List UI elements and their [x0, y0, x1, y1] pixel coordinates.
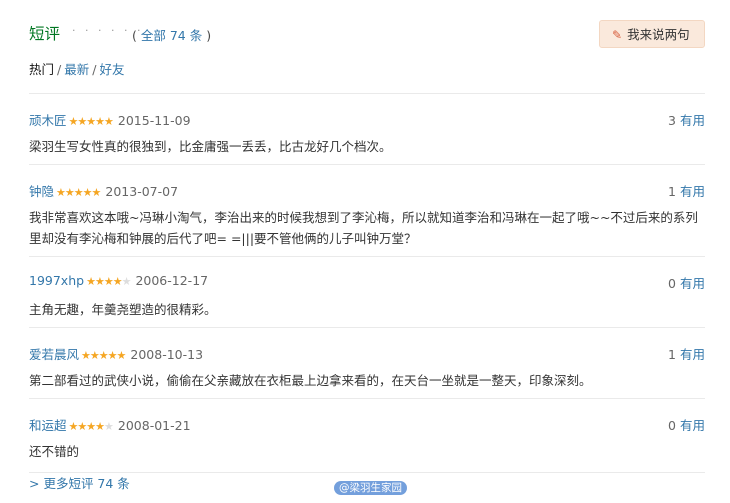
star-icon: ★	[81, 349, 91, 362]
comment-meta: 1997xhp ★★★★★ 2006-12-17 0 有用	[29, 273, 705, 293]
tab-separator: /	[57, 62, 62, 77]
comment-date: 2015-11-09	[117, 113, 191, 128]
total-paren-close: )	[202, 28, 212, 43]
write-review-button[interactable]: ✎ 我来说两句	[599, 20, 705, 48]
star-icon: ★	[104, 420, 114, 433]
star-icon: ★	[91, 186, 102, 199]
tab-separator: /	[92, 62, 97, 77]
tab-hot[interactable]: 热门	[29, 62, 54, 77]
star-icon: ★	[56, 186, 66, 199]
comment-author[interactable]: 钟隐	[29, 184, 54, 199]
vote-count: 1	[668, 347, 676, 362]
comment-list: 顽木匠 ★★★★★ 2015-11-09 3 有用 梁羽生写女性真的很独到，比金庸强一丢丢…	[29, 93, 705, 473]
comment-text: 主角无趣，年羹尧塑造的很精彩。	[29, 302, 217, 317]
useful-votes: 0 有用	[668, 415, 705, 434]
rating-stars: ★★★★★	[81, 349, 127, 362]
rating-stars: ★★★★★	[69, 420, 114, 433]
star-icon: ★	[86, 275, 96, 288]
comment-text: 我非常喜欢这本哦~冯琳小淘气，李治出来的时候我想到了李沁梅，所以就知道李治和冯琳…	[29, 210, 698, 246]
comment-meta: 顽木匠 ★★★★★ 2015-11-09 3 有用	[29, 110, 705, 130]
star-icon: ★	[77, 115, 87, 128]
star-icon: ★	[94, 275, 105, 288]
section-title: 短评	[29, 25, 61, 43]
comment-author[interactable]: 爱若晨风	[29, 347, 79, 362]
total-paren-open: (	[132, 28, 141, 43]
pencil-icon: ✎	[612, 28, 623, 42]
useful-button[interactable]: 有用	[680, 276, 705, 291]
comment-date: 2008-10-13	[130, 347, 204, 362]
comment-author[interactable]: 和运超	[29, 418, 67, 433]
star-icon: ★	[73, 186, 84, 199]
total-count: ( 全部 74 条 )	[132, 25, 211, 44]
rating-stars: ★★★★★	[69, 115, 114, 128]
comment-item: 1997xhp ★★★★★ 2006-12-17 0 有用 主角无趣，年羹尧塑造的很精彩。	[29, 256, 705, 327]
vote-count: 1	[668, 184, 676, 199]
write-review-label: 我来说两句	[627, 27, 690, 42]
star-icon: ★	[64, 186, 75, 199]
comment-item: 顽木匠 ★★★★★ 2015-11-09 3 有用梁羽生写女性真的很独到，比金庸强一丢丢…	[29, 93, 705, 164]
star-icon: ★	[112, 275, 123, 288]
star-icon: ★	[89, 349, 100, 362]
sort-tabs: 热门 / 最新 / 好友	[29, 59, 124, 78]
comment-item: 钟隐 ★★★★★ 2013-07-07 1 有用 我非常喜欢这本哦~冯琳小淘气，李治出来的…	[29, 164, 705, 256]
comment-date: 2006-12-17	[135, 273, 209, 288]
useful-votes: 1 有用	[668, 344, 705, 363]
star-icon: ★	[82, 186, 93, 199]
star-icon: ★	[86, 420, 96, 433]
comment-meta: 和运超 ★★★★★ 2008-01-21 0 有用	[29, 415, 705, 435]
useful-button[interactable]: 有用	[680, 347, 705, 362]
comment-text: 第二部看过的武侠小说，偷偷在父亲藏放在衣柜最上边拿来看的，在天台一坐就是一整天，…	[29, 373, 592, 388]
comment-meta: 爱若晨风 ★★★★★ 2008-10-13 1 有用	[29, 344, 705, 364]
star-icon: ★	[77, 420, 87, 433]
comment-item: 和运超 ★★★★★ 2008-01-21 0 有用还不错的	[29, 398, 705, 473]
useful-votes: 1 有用	[668, 181, 705, 200]
vote-count: 0	[668, 276, 676, 291]
comment-meta: 钟隐 ★★★★★ 2013-07-07 1 有用	[29, 181, 705, 201]
useful-button[interactable]: 有用	[680, 184, 705, 199]
section-header: 短评 · · · · · · ( 全部 74 条 ) ✎ 我来说两句	[29, 20, 705, 50]
star-icon: ★	[95, 420, 105, 433]
comment-author[interactable]: 1997xhp	[29, 273, 84, 288]
star-icon: ★	[103, 275, 114, 288]
star-icon: ★	[86, 115, 96, 128]
comment-text: 梁羽生写女性真的很独到，比金庸强一丢丢，比古龙好几个档次。	[29, 139, 392, 154]
all-reviews-link[interactable]: 全部 74 条	[141, 28, 202, 43]
star-icon: ★	[95, 115, 105, 128]
comment-date: 2013-07-07	[105, 184, 179, 199]
vote-count: 0	[668, 418, 676, 433]
star-icon: ★	[116, 349, 127, 362]
rating-stars: ★★★★★	[56, 186, 102, 199]
tab-friends[interactable]: 好友	[99, 62, 124, 77]
watermark: @梁羽生家园	[334, 481, 407, 495]
star-icon: ★	[121, 275, 132, 288]
star-icon: ★	[104, 115, 114, 128]
rating-stars: ★★★★★	[86, 275, 132, 288]
useful-button[interactable]: 有用	[680, 113, 705, 128]
more-reviews-link[interactable]: > 更多短评 74 条	[29, 476, 130, 491]
comment-text: 还不错的	[29, 444, 80, 459]
comment-author[interactable]: 顽木匠	[29, 113, 67, 128]
star-icon: ★	[107, 349, 118, 362]
useful-votes: 0 有用	[668, 273, 705, 292]
comment-item: 爱若晨风 ★★★★★ 2008-10-13 1 有用 第二部看过的武侠小说，偷偷在父亲藏放…	[29, 327, 705, 398]
useful-button[interactable]: 有用	[680, 418, 705, 433]
tab-newest[interactable]: 最新	[64, 62, 89, 77]
vote-count: 3	[668, 113, 676, 128]
star-icon: ★	[98, 349, 109, 362]
comment-date: 2008-01-21	[117, 418, 191, 433]
useful-votes: 3 有用	[668, 110, 705, 129]
